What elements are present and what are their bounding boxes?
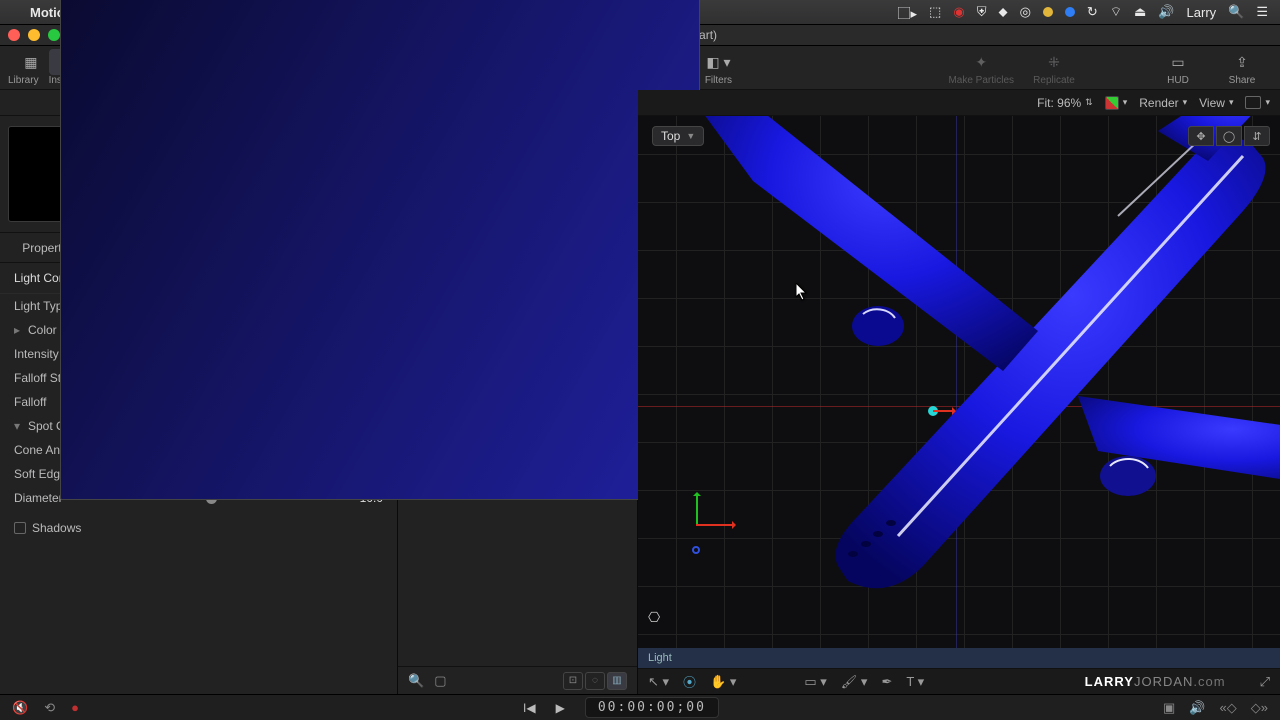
keyframe-bwd-icon[interactable]: «◇ [1220, 700, 1237, 716]
keyframe-fwd-icon[interactable]: ◇» [1251, 700, 1268, 716]
timeline-clip-name: Light [648, 652, 672, 664]
canvas-tool-row: ↖ ▾ ⦿ ✋ ▾ ▭ ▾ 🖌 ▾ ✒ T ▾ LARRYJORDAN.com … [638, 668, 1280, 694]
pan-view-icon[interactable]: ✥ [1188, 126, 1214, 146]
view-mode-1[interactable]: ⊡ [563, 672, 583, 690]
canvas-toolbar: Fit: 96%⇅ ▾ Render▾ View▾ ▾ [638, 90, 1280, 116]
dolly-view-icon[interactable]: ⇵ [1244, 126, 1270, 146]
make-particles-group: ✦ Make Particles [948, 49, 1014, 86]
shield-icon[interactable]: ⛨ [977, 4, 987, 20]
text-tool-icon[interactable]: T ▾ [906, 674, 924, 690]
make-particles-button[interactable]: ✦ [957, 49, 1005, 75]
view-mode-3[interactable]: ▥ [607, 672, 627, 690]
frame-icon[interactable]: ▢ [434, 673, 446, 689]
shadows-label: Shadows [32, 521, 81, 535]
row-shadows[interactable]: Shadows [0, 516, 397, 540]
share-button[interactable]: ⇪ [1218, 49, 1266, 75]
library-button[interactable]: ▦ [13, 49, 49, 75]
cursor-icon [796, 283, 808, 301]
circle-icon[interactable]: ◎ [1020, 4, 1031, 20]
project-pane-footer: 🔍 ▢ ⊡ ◌ ▥ [398, 666, 637, 694]
library-label: Library [8, 75, 39, 86]
timemachine-icon[interactable]: ↻ [1087, 4, 1098, 20]
replicate-label: Replicate [1033, 75, 1075, 86]
view-mode-2[interactable]: ◌ [585, 672, 605, 690]
timeline-toggle-icon[interactable]: ▣ [1163, 700, 1175, 716]
wifi-icon[interactable]: ⌔ [1110, 4, 1122, 20]
close-button[interactable] [8, 29, 20, 41]
layer-row-airpla-[interactable]: ✓Airpla…🔒 [398, 344, 637, 384]
cube-icon[interactable]: ⬚ [929, 4, 941, 20]
fullscreen-button[interactable] [48, 29, 60, 41]
replicate-button[interactable]: ⁜ [1030, 49, 1078, 75]
layer-list: ▤Project⊡✓◡Light⊡✓▼Lights≣⊡✓◡Yellow…⊡✓◡B… [398, 116, 637, 666]
3d-transform-tool-icon[interactable]: ⦿ [683, 672, 696, 691]
airplane-object [698, 116, 1280, 616]
canvas-area: Fit: 96%⇅ ▾ Render▾ View▾ ▾ [638, 90, 1280, 694]
record-icon[interactable]: ● [71, 700, 79, 716]
replicate-group: ⁜ Replicate [1030, 49, 1078, 86]
spotlight-icon[interactable]: 🔍 [1228, 4, 1244, 20]
control-center-icon[interactable]: ☰ [1256, 4, 1268, 20]
orbit-view-icon[interactable]: ◯ [1216, 126, 1242, 146]
disclosure-icon[interactable]: ▸ [14, 323, 26, 337]
hud-label: HUD [1167, 75, 1189, 86]
camera-view-label: Top [661, 129, 680, 143]
share-group: ⇪ Share [1218, 49, 1266, 86]
shadows-checkbox[interactable] [14, 522, 26, 534]
fit-popup[interactable]: Fit: 96%⇅ [1037, 96, 1093, 110]
audio-toggle-icon[interactable]: 🔊 [1189, 700, 1205, 716]
filters-group: ◧ ▾ Filters [694, 49, 742, 86]
status-dot-blue[interactable] [1065, 7, 1075, 17]
go-to-start-icon[interactable]: I◀ [523, 701, 536, 715]
safe-zones-toggle[interactable]: ▾ [1245, 96, 1270, 109]
color-channels[interactable]: ▾ [1105, 96, 1128, 110]
expand-icon[interactable]: ⤢ [1260, 674, 1270, 690]
hud-button[interactable]: ▭ [1154, 49, 1202, 75]
project-pane: Layers Media Audio ▤Project⊡✓◡Light⊡✓▼Li… [398, 90, 638, 694]
dropbox-icon[interactable]: ⬥ [998, 4, 1007, 20]
loop-icon[interactable]: ⟲ [44, 700, 55, 716]
hud-group: ▭ HUD [1154, 49, 1202, 86]
timecode-field[interactable]: 00:00:00;00 [585, 697, 719, 718]
chevron-down-icon: ▼ [686, 131, 695, 141]
search-icon[interactable]: 🔍 [408, 673, 424, 689]
status-dot-yellow[interactable] [1043, 7, 1053, 17]
watermark: LARRYJORDAN.com [1085, 674, 1226, 689]
render-popup[interactable]: Render▾ [1139, 96, 1187, 110]
view-transform-controls: ✥ ◯ ⇵ [1188, 126, 1270, 146]
eject-icon[interactable]: ⏏ [1134, 4, 1146, 20]
filters-label: Filters [705, 75, 732, 86]
user-name[interactable]: Larry [1187, 5, 1217, 20]
record-icon[interactable]: ◉ [953, 4, 964, 20]
play-icon[interactable]: ▶ [556, 701, 565, 715]
status-icons: ⃞▸ ⬚ ◉ ⛨ ⬥ ◎ ↻ ⌔ ⏏ 🔊 Larry 🔍 ☰ [911, 3, 1268, 22]
pan-tool-icon[interactable]: ✋ ▾ [710, 674, 736, 690]
layer-thumbnail [398, 116, 637, 500]
volume-icon[interactable]: 🔊 [1158, 4, 1174, 20]
screenrec-icon[interactable]: ⃞▸ [911, 3, 918, 22]
paint-tool-icon[interactable]: 🖌 ▾ [841, 674, 868, 690]
bezier-tool-icon[interactable]: ✒ [881, 674, 892, 690]
mini-timeline[interactable]: Light [638, 648, 1280, 668]
window-controls [8, 29, 60, 41]
disclosure-open-icon: ▾ [14, 419, 26, 433]
camera-view-popup[interactable]: Top ▼ [652, 126, 704, 146]
mute-audio-icon[interactable]: 🔇 [12, 700, 28, 716]
playhead-marker-icon[interactable]: ⎔ [648, 609, 660, 626]
view-popup[interactable]: View▾ [1199, 96, 1233, 110]
share-label: Share [1229, 75, 1256, 86]
make-particles-label: Make Particles [948, 75, 1014, 86]
canvas-viewport[interactable]: Top ▼ ✥ ◯ ⇵ ⎔ [638, 116, 1280, 648]
filters-button[interactable]: ◧ ▾ [694, 49, 742, 75]
transport-bar: 🔇 ⟲ ● I◀ ▶ 00:00:00;00 ▣ 🔊 «◇ ◇» [0, 694, 1280, 720]
minimize-button[interactable] [28, 29, 40, 41]
rectangle-tool-icon[interactable]: ▭ ▾ [804, 674, 826, 690]
select-tool-icon[interactable]: ↖ ▾ [648, 674, 669, 690]
